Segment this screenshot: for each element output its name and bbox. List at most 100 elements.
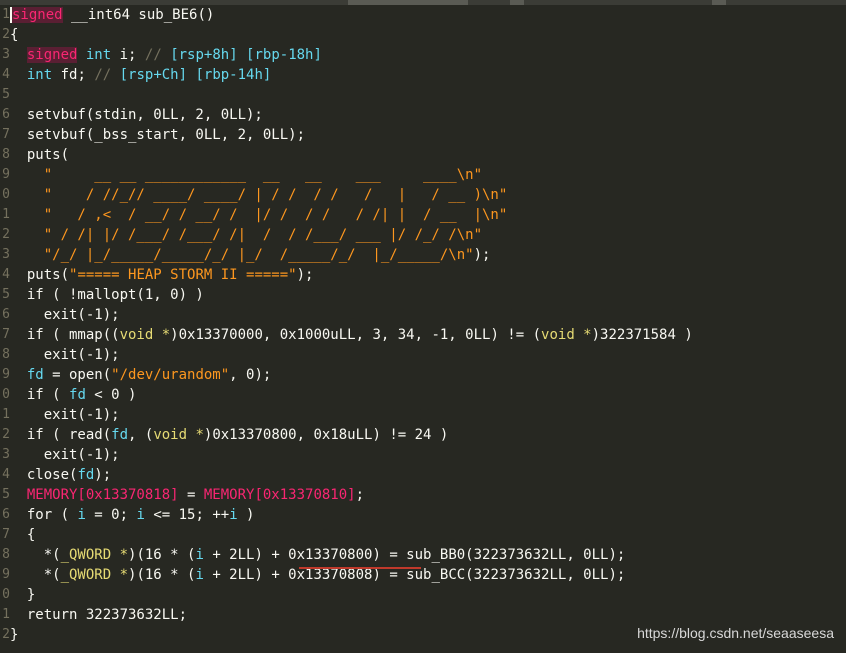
code-token: } [10, 627, 19, 643]
code-token: ) [237, 507, 255, 523]
code-line[interactable]: 9 " __ __ ____________ __ __ ___ ____\n" [0, 165, 846, 185]
code-line[interactable]: 8 *(_QWORD *)(16 * (i + 2LL) + 0x1337080… [0, 545, 846, 565]
code-token: = open( [43, 367, 112, 383]
code-text: } [10, 625, 18, 645]
line-number: 4 [2, 267, 10, 282]
code-text: " / ,< / __/ / __/ / |/ / / / / /| | / _… [10, 205, 508, 225]
code-token: i [136, 507, 145, 523]
code-token: if ( !mallopt(1, 0) ) [10, 287, 204, 303]
code-text: exit(-1); [10, 345, 120, 365]
code-token: exit(-1); [10, 307, 120, 323]
code-token: )(16 * ( [128, 547, 196, 563]
code-token: MEMORY[0x13370818] [26, 487, 179, 503]
code-line[interactable]: 7 { [0, 525, 846, 545]
code-line[interactable]: 4 int fd; // [rsp+Ch] [rbp-14h] [0, 65, 846, 85]
code-line[interactable]: 3 exit(-1); [0, 445, 846, 465]
code-token: exit(-1); [10, 407, 120, 423]
line-number: 9 [2, 567, 10, 582]
code-text: exit(-1); [10, 445, 120, 465]
line-number: 4 [2, 467, 10, 482]
line-number: 3 [2, 247, 10, 262]
line-number: 2 [2, 627, 10, 642]
code-line[interactable]: 7 if ( mmap((void *)0x13370000, 0x1000uL… [0, 325, 846, 345]
code-line[interactable]: 6 exit(-1); [0, 305, 846, 325]
code-token: i [195, 547, 204, 563]
code-token: fd [111, 427, 129, 443]
code-line[interactable]: 0 } [0, 585, 846, 605]
line-number: 7 [2, 127, 10, 142]
code-line[interactable]: 1 exit(-1); [0, 405, 846, 425]
code-token: // [94, 67, 120, 83]
code-token: i [195, 567, 204, 583]
code-line[interactable]: 7 setvbuf(_bss_start, 0LL, 2, 0LL); [0, 125, 846, 145]
code-token: close( [10, 467, 78, 483]
code-text: " / /| |/ /___/ /___/ /| / / /___/ ___ |… [10, 225, 482, 245]
code-line[interactable]: 2{ [0, 25, 846, 45]
code-line[interactable]: 1 return 322373632LL; [0, 605, 846, 625]
code-token: void * [541, 327, 592, 343]
code-token: )0x13370000, 0x1000uLL, 3, 34, -1, 0LL) … [170, 327, 542, 343]
code-token: , ( [128, 427, 154, 443]
line-number: 8 [2, 347, 10, 362]
code-line[interactable]: 4 close(fd); [0, 465, 846, 485]
code-token: <= 15; ++ [144, 507, 230, 523]
code-line[interactable]: 1 signed __int64 sub_BE6() [0, 5, 846, 25]
line-number: 1 [2, 407, 10, 422]
code-line[interactable]: 0 " / //_// ____/ ____/ | / / / / / | / … [0, 185, 846, 205]
code-text: if ( fd < 0 ) [10, 385, 137, 405]
code-line[interactable]: 2 " / /| |/ /___/ /___/ /| / / /___/ ___… [0, 225, 846, 245]
code-line[interactable]: 1 " / ,< / __/ / __/ / |/ / / / / /| | /… [0, 205, 846, 225]
code-text: " / //_// ____/ ____/ | / / / / / | / __… [10, 185, 508, 205]
code-token: "/_/ |_/_____/_____/_/ |_/ /_____/_/ |_/… [10, 247, 474, 263]
code-token: int [26, 67, 53, 83]
red-underline-annotation [299, 567, 421, 569]
line-number: 6 [2, 507, 10, 522]
code-line[interactable]: 9 fd = open("/dev/urandom", 0); [0, 365, 846, 385]
code-line[interactable]: 4 puts("===== HEAP STORM II ====="); [0, 265, 846, 285]
line-number: 2 [2, 427, 10, 442]
code-token: if ( mmap(( [10, 327, 120, 343]
code-token: i [229, 507, 238, 523]
pseudocode-view[interactable]: 1 signed __int64 sub_BE6() 2{3 signed int … [0, 5, 846, 645]
code-line[interactable]: 3 signed int i; // [rsp+8h] [rbp-18h] [0, 45, 846, 65]
code-line[interactable]: 3 "/_/ |_/_____/_____/_/ |_/ /_____/_/ |… [0, 245, 846, 265]
code-token: for ( [10, 507, 78, 523]
code-line[interactable]: 2 if ( read(fd, (void *)0x13370800, 0x18… [0, 425, 846, 445]
code-text: puts( [10, 145, 69, 165]
code-text: exit(-1); [10, 305, 120, 325]
line-number: 3 [2, 447, 10, 462]
code-line[interactable]: 5 if ( !mallopt(1, 0) ) [0, 285, 846, 305]
code-text: "/_/ |_/_____/_____/_/ |_/ /_____/_/ |_/… [10, 245, 491, 265]
code-text: for ( i = 0; i <= 15; ++i ) [10, 505, 255, 525]
code-line[interactable]: 5 MEMORY[0x13370818] = MEMORY[0x13370810… [0, 485, 846, 505]
code-token: if ( read( [10, 427, 112, 443]
code-token: int [85, 47, 112, 63]
code-line[interactable]: 6 for ( i = 0; i <= 15; ++i ) [0, 505, 846, 525]
code-token: fd [77, 467, 95, 483]
code-line[interactable]: 6 setvbuf(stdin, 0LL, 2, 0LL); [0, 105, 846, 125]
code-token: _QWORD * [60, 547, 129, 563]
code-text: MEMORY[0x13370818] = MEMORY[0x13370810]; [10, 485, 364, 505]
code-token: setvbuf(stdin, 0LL, 2, 0LL); [10, 107, 263, 123]
code-token: return 322373632LL; [10, 607, 188, 623]
code-line[interactable]: 8 puts( [0, 145, 846, 165]
line-number: 5 [2, 487, 10, 502]
code-line[interactable]: 9 *(_QWORD *)(16 * (i + 2LL) + 0x1337080… [0, 565, 846, 585]
code-token: " / //_// ____/ ____/ | / / / / / | / __… [10, 187, 508, 203]
code-text: exit(-1); [10, 405, 120, 425]
code-token: )322371584 ) [591, 327, 693, 343]
code-line[interactable]: 8 exit(-1); [0, 345, 846, 365]
code-token: " __ __ ____________ __ __ ___ ____\n" [10, 167, 483, 183]
code-token: _QWORD * [60, 567, 129, 583]
line-number: 6 [2, 107, 10, 122]
code-token: exit(-1); [10, 447, 120, 463]
code-line[interactable]: 0 if ( fd < 0 ) [0, 385, 846, 405]
code-token: void * [153, 427, 204, 443]
line-number: 9 [2, 367, 10, 382]
code-text: setvbuf(_bss_start, 0LL, 2, 0LL); [10, 125, 305, 145]
code-line[interactable]: 5 [0, 85, 846, 105]
